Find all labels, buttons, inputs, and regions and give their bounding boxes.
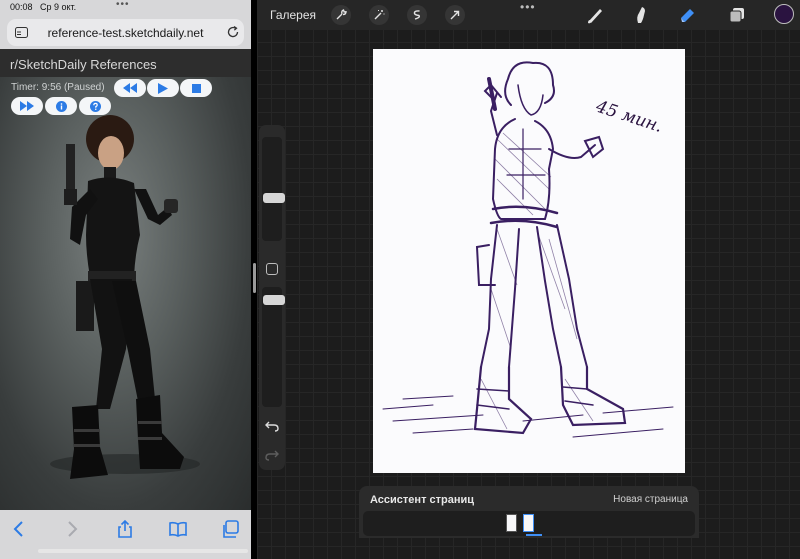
layers-icon[interactable] [727,5,747,25]
gallery-button[interactable]: Галерея [270,8,316,22]
drawing-canvas[interactable]: 45 мин. [373,49,685,473]
share-icon[interactable] [115,519,135,539]
help-icon [89,100,101,112]
opacity-thumb[interactable] [263,295,285,305]
actions-button[interactable] [331,5,351,25]
help-button[interactable] [79,97,111,115]
adjustments-button[interactable] [369,5,389,25]
canvas-annotation: 45 мин. [593,96,665,137]
url-text[interactable]: reference-test.sketchdaily.net [7,26,244,40]
more-options-icon[interactable]: ••• [520,0,536,14]
eraser-icon[interactable] [677,5,697,25]
wrench-icon [336,9,347,20]
transform-button[interactable] [445,5,465,25]
status-bar: 00:08 Ср 9 окт. ••• [0,0,251,15]
page-assistant-panel: Ассистент страниц Новая страница [359,486,699,538]
selection-icon [413,10,421,20]
stop-button[interactable] [180,79,212,97]
forward-icon[interactable] [62,519,82,539]
info-icon [55,100,67,112]
split-handle[interactable] [253,263,256,293]
tabs-icon[interactable] [221,519,241,539]
multitask-handle[interactable]: ••• [116,0,130,10]
new-page-button[interactable]: Новая страница [613,494,688,505]
reference-photo [50,115,200,479]
reload-icon[interactable] [226,25,240,39]
url-field[interactable]: reference-test.sketchdaily.net [7,19,244,46]
page-header: r/SketchDaily References [0,49,251,77]
undo-icon[interactable] [265,419,279,433]
rewind-button[interactable] [114,79,146,97]
fast-forward-icon [20,101,34,111]
back-icon[interactable] [9,519,29,539]
procreate-app: Галерея ••• 45 мин. Ассистент страниц Но… [257,0,800,559]
stop-icon [191,83,201,93]
brush-size-slider[interactable] [262,137,285,241]
web-content: r/SketchDaily References Timer: 9:56 (Pa… [0,49,251,510]
page-thumbnail-2[interactable] [523,514,534,532]
smudge-icon[interactable] [631,5,651,25]
home-indicator[interactable] [38,549,248,553]
status-date: Ср 9 окт. [40,2,77,12]
brush-icon[interactable] [585,5,605,25]
sketch-drawing: 45 мин. [382,61,674,438]
active-page-indicator [526,534,542,536]
page-title: r/SketchDaily References [10,57,157,72]
color-picker[interactable] [774,4,794,24]
page-thumbnail-strip [363,511,695,536]
modify-button[interactable] [266,263,278,275]
page-thumbnail-1[interactable] [506,514,517,532]
procreate-toolbar: Галерея ••• [257,0,800,30]
transform-arrow-icon [450,10,460,20]
redo-icon[interactable] [265,448,279,462]
magic-wand-icon [374,10,385,20]
play-icon [158,82,168,94]
safari-split-view: 00:08 Ср 9 окт. ••• reference-test.sketc… [0,0,251,559]
bookmarks-icon[interactable] [168,519,188,539]
assistant-title: Ассистент страниц [370,494,475,506]
address-bar: reference-test.sketchdaily.net [0,15,251,49]
brush-size-thumb[interactable] [263,193,285,203]
status-time: 00:08 [10,2,33,12]
fast-forward-button[interactable] [11,97,43,115]
selection-button[interactable] [407,5,427,25]
timer-text: Timer: 9:56 (Paused) [11,82,105,93]
play-button[interactable] [147,79,179,97]
opacity-slider[interactable] [262,287,285,407]
sidebar [259,125,285,470]
info-button[interactable] [45,97,77,115]
rewind-icon [123,83,137,93]
